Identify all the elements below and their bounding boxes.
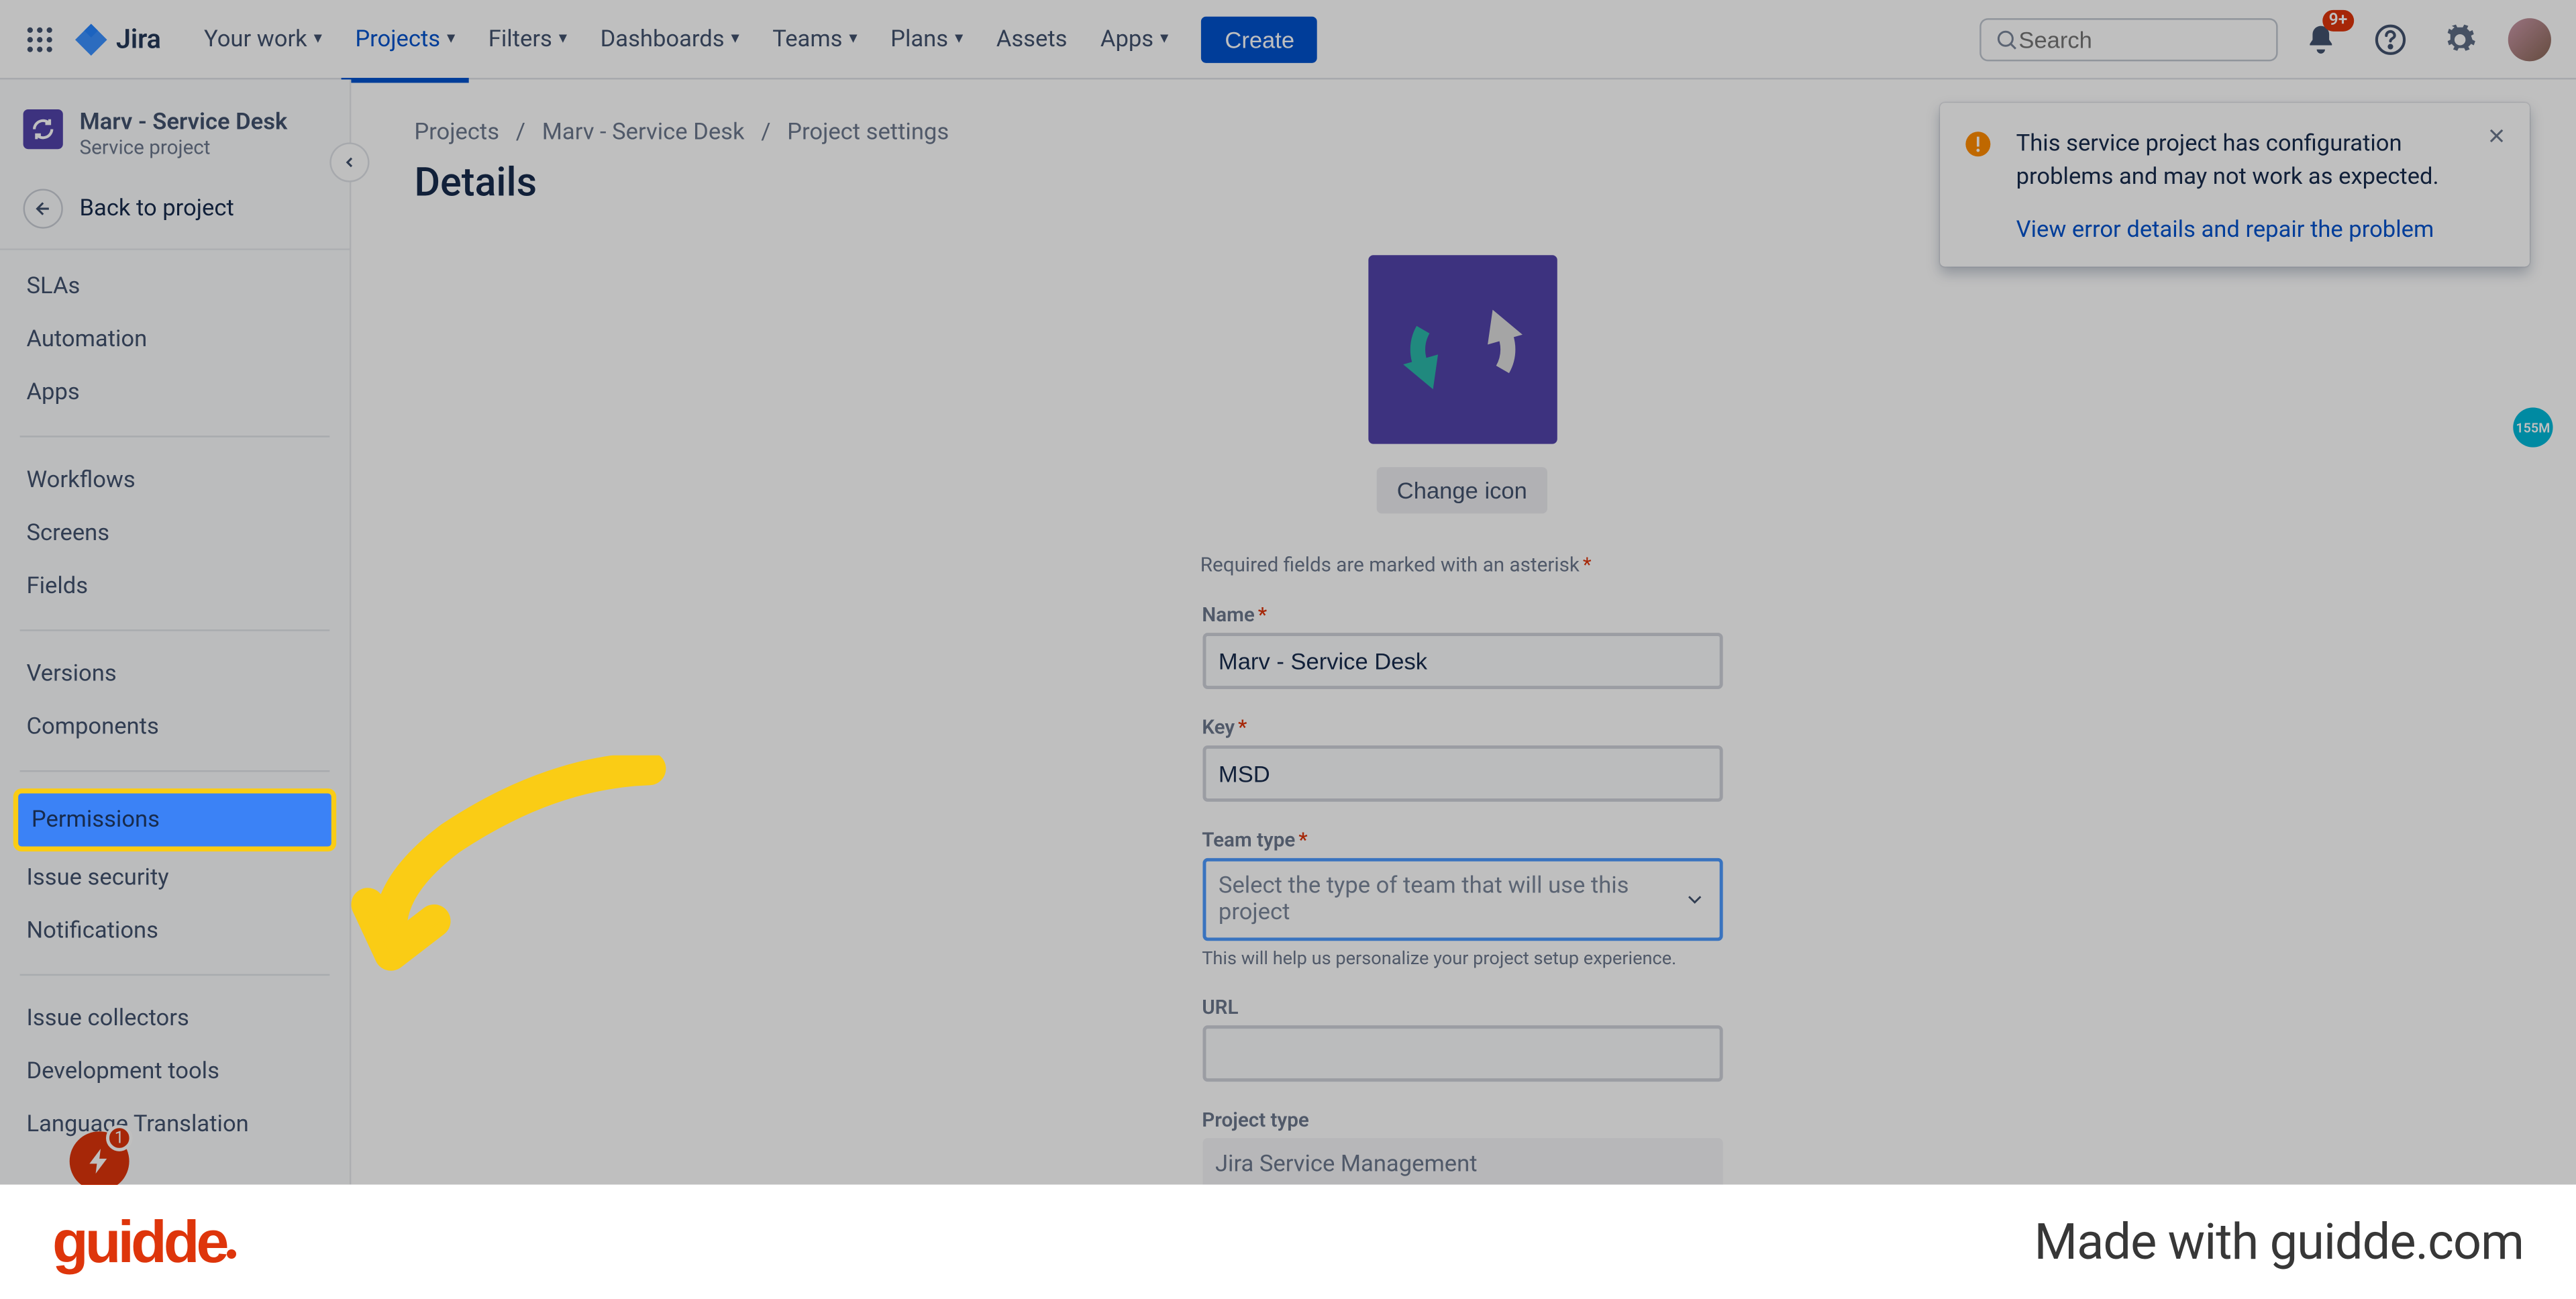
settings-button[interactable] xyxy=(2434,13,2487,66)
flag-action-link[interactable]: View error details and repair the proble… xyxy=(2016,217,2504,244)
project-icon xyxy=(23,109,63,149)
nav-dashboards[interactable]: Dashboards▾ xyxy=(587,19,753,58)
sidebar-item-apps[interactable]: Apps xyxy=(13,366,336,419)
project-name: Marv - Service Desk xyxy=(80,109,288,136)
guidde-logo: guidde xyxy=(52,1208,236,1276)
key-label: Key* xyxy=(1202,716,1722,739)
url-label: URL xyxy=(1202,996,1722,1019)
project-type-label: Project type xyxy=(1202,1108,1722,1132)
notification-badge: 9+ xyxy=(2322,9,2354,31)
warning-icon xyxy=(1963,129,1993,159)
collapse-sidebar-button[interactable] xyxy=(329,142,369,182)
back-to-project-link[interactable]: Back to project xyxy=(0,176,350,250)
nav-apps[interactable]: Apps▾ xyxy=(1087,19,1182,58)
search-icon xyxy=(1994,25,2018,52)
sidebar-item-issue-security[interactable]: Issue security xyxy=(13,851,336,904)
nav-teams[interactable]: Teams▾ xyxy=(760,19,871,58)
change-icon-button[interactable]: Change icon xyxy=(1377,467,1547,513)
app-switcher-icon[interactable] xyxy=(20,19,60,58)
chevron-left-icon xyxy=(342,154,358,171)
presence-avatar[interactable]: 155M xyxy=(2513,407,2553,447)
sidebar-item-permissions[interactable]: Permissions xyxy=(13,788,336,851)
flag-message: This service project has configuration p… xyxy=(2016,129,2504,195)
sidebar-item-automation[interactable]: Automation xyxy=(13,313,336,366)
flag-close-button[interactable] xyxy=(2480,119,2513,152)
name-input[interactable] xyxy=(1202,633,1722,689)
main-content: Projects/Marv - Service Desk/Project set… xyxy=(351,80,2576,1185)
top-nav: Jira Your work▾Projects▾Filters▾Dashboar… xyxy=(0,0,2576,80)
logo-text: Jira xyxy=(116,23,161,55)
quickstart-badge[interactable]: 1 xyxy=(70,1131,130,1191)
breadcrumb-link[interactable]: Projects xyxy=(414,119,499,146)
back-label: Back to project xyxy=(80,195,234,222)
sidebar-item-development-tools[interactable]: Development tools xyxy=(13,1045,336,1098)
sidebar-item-language-translation[interactable]: Language Translation xyxy=(13,1098,336,1151)
sidebar-item-fields[interactable]: Fields xyxy=(13,560,336,613)
avatar-icon xyxy=(2508,17,2551,60)
name-label: Name* xyxy=(1202,603,1722,627)
sidebar-item-notifications[interactable]: Notifications xyxy=(13,904,336,957)
search-box[interactable] xyxy=(1979,17,2277,60)
sidebar: Marv - Service Desk Service project Back… xyxy=(0,80,351,1185)
warning-flag: This service project has configuration p… xyxy=(1940,103,2530,267)
quickstart-count: 1 xyxy=(106,1125,133,1151)
project-type: Service project xyxy=(80,136,288,159)
chevron-down-icon xyxy=(1682,888,1706,911)
project-type-value: Jira Service Management xyxy=(1202,1138,1722,1184)
team-type-help: This will help us personalize your proje… xyxy=(1202,947,1722,969)
create-button[interactable]: Create xyxy=(1202,15,1318,62)
breadcrumb-link[interactable]: Marv - Service Desk xyxy=(542,119,745,146)
notifications-button[interactable]: 9+ xyxy=(2294,13,2347,66)
guidde-footer: guidde Made with guidde.com xyxy=(0,1185,2576,1299)
sidebar-item-issue-collectors[interactable]: Issue collectors xyxy=(13,992,336,1045)
guidde-tagline: Made with guidde.com xyxy=(2034,1213,2524,1271)
sidebar-item-workflows[interactable]: Workflows xyxy=(13,454,336,507)
sidebar-item-components[interactable]: Components xyxy=(13,700,336,754)
team-type-select[interactable]: Select the type of team that will use th… xyxy=(1202,858,1722,941)
team-type-placeholder: Select the type of team that will use th… xyxy=(1219,873,1649,926)
nav-filters[interactable]: Filters▾ xyxy=(475,19,580,58)
sidebar-item-versions[interactable]: Versions xyxy=(13,647,336,700)
nav-plans[interactable]: Plans▾ xyxy=(877,19,976,58)
breadcrumb-link[interactable]: Project settings xyxy=(787,119,949,146)
close-icon xyxy=(2487,126,2507,146)
required-note: Required fields are marked with an aster… xyxy=(1200,554,1592,577)
team-type-label: Team type* xyxy=(1202,828,1722,851)
jira-logo[interactable]: Jira xyxy=(73,21,161,57)
gear-icon xyxy=(2443,22,2476,55)
help-icon xyxy=(2374,22,2407,55)
help-button[interactable] xyxy=(2364,13,2417,66)
sidebar-item-screens[interactable]: Screens xyxy=(13,507,336,560)
nav-assets[interactable]: Assets xyxy=(983,19,1080,58)
sidebar-item-slas[interactable]: SLAs xyxy=(13,260,336,313)
nav-your-work[interactable]: Your work▾ xyxy=(191,19,335,58)
back-arrow-icon xyxy=(23,189,63,228)
project-avatar xyxy=(1368,255,1556,444)
url-input[interactable] xyxy=(1202,1025,1722,1082)
search-input[interactable] xyxy=(2018,25,2263,52)
profile-avatar[interactable] xyxy=(2503,13,2556,66)
key-input[interactable] xyxy=(1202,745,1722,802)
nav-projects[interactable]: Projects▾ xyxy=(342,19,469,58)
